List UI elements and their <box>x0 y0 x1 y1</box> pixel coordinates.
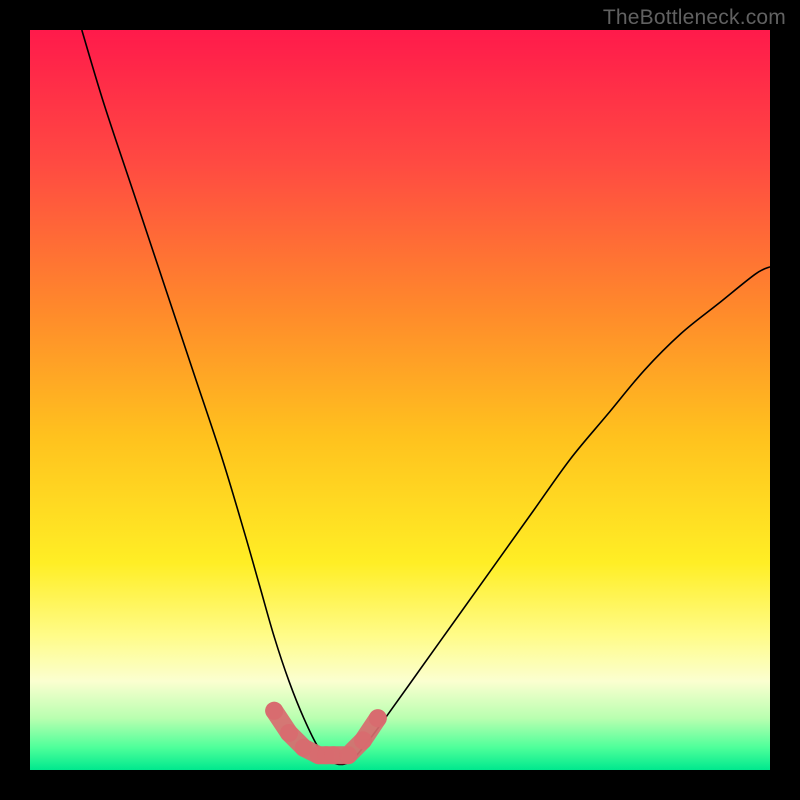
optimal-marker-dot <box>339 746 357 764</box>
outer-frame: TheBottleneck.com <box>0 0 800 800</box>
optimal-marker-dot <box>265 702 283 720</box>
optimal-marker-dot <box>354 731 372 749</box>
chart-svg <box>30 30 770 770</box>
optimal-marker-dot <box>280 724 298 742</box>
plot-area <box>30 30 770 770</box>
gradient-background <box>30 30 770 770</box>
optimal-marker-dot <box>369 709 387 727</box>
watermark-text: TheBottleneck.com <box>603 6 786 30</box>
